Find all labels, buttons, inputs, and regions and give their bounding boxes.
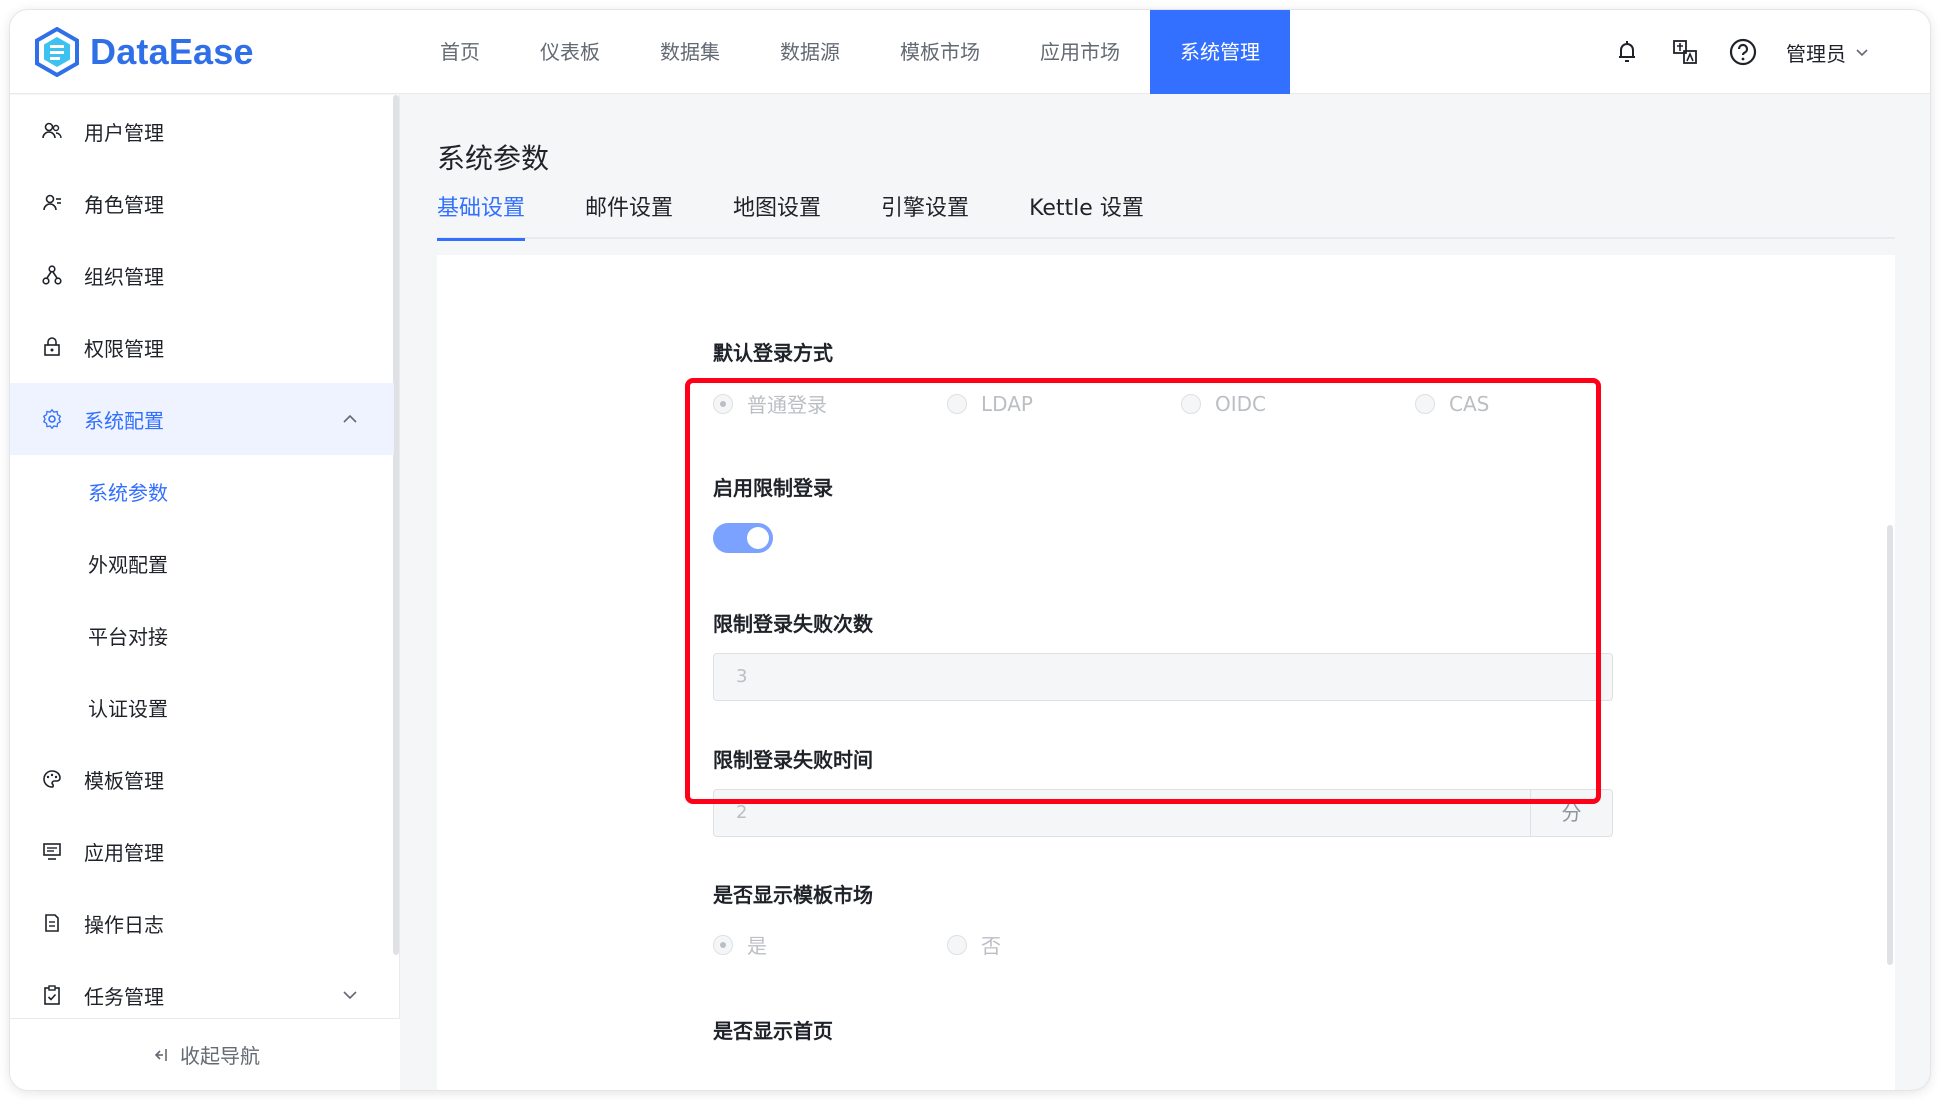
show-template-market-radio-group: 是 否: [713, 930, 1181, 959]
show-template-market-label: 是否显示模板市场: [713, 883, 873, 907]
app-window: DataEase 首页 仪表板 数据集 数据源 模板市场 应用市场 系统管理 管…: [10, 10, 1930, 1090]
palette-icon: [40, 767, 64, 791]
sidebar-subitem-platform[interactable]: 平台对接: [10, 599, 394, 671]
tab-kettle[interactable]: Kettle 设置: [1029, 185, 1144, 239]
user-menu[interactable]: 管理员: [1786, 38, 1870, 67]
login-method-label: 默认登录方式: [713, 341, 833, 365]
brand-name: DataEase: [90, 31, 254, 72]
radio-dot: [947, 934, 967, 955]
settings-tabs: 基础设置 邮件设置 地图设置 引擎设置 Kettle 设置: [437, 185, 1895, 241]
top-nav: 首页 仪表板 数据集 数据源 模板市场 应用市场 系统管理: [410, 10, 1290, 94]
radio-label: CAS: [1449, 391, 1490, 416]
nav-app-market[interactable]: 应用市场: [1010, 10, 1150, 94]
sidebar-item-system-config[interactable]: 系统配置: [10, 383, 394, 455]
fail-time-value: 2: [736, 802, 748, 823]
fail-count-label: 限制登录失败次数: [713, 612, 873, 636]
sidebar-item-label: 用户管理: [84, 120, 164, 145]
nav-dashboard[interactable]: 仪表板: [510, 10, 630, 94]
radio-label: LDAP: [981, 391, 1033, 416]
fail-count-input[interactable]: 3: [713, 653, 1613, 701]
clipboard-icon: [40, 983, 64, 1007]
sidebar-item-label: 模板管理: [84, 768, 164, 793]
document-icon: [40, 911, 64, 935]
limit-login-label: 启用限制登录: [713, 476, 833, 500]
radio-normal-login[interactable]: 普通登录: [713, 389, 947, 418]
chevron-down-icon: [343, 991, 357, 1000]
sidebar-item-label: 角色管理: [84, 192, 164, 217]
top-header: DataEase 首页 仪表板 数据集 数据源 模板市场 应用市场 系统管理 管…: [10, 10, 1930, 94]
role-icon: [40, 191, 64, 215]
tab-map[interactable]: 地图设置: [733, 185, 821, 239]
radio-label: 否: [981, 934, 1001, 958]
logo[interactable]: DataEase: [34, 26, 254, 78]
users-icon: [40, 119, 64, 143]
fail-time-label: 限制登录失败时间: [713, 748, 873, 772]
nav-datasource[interactable]: 数据源: [750, 10, 870, 94]
collapse-nav-label: 收起导航: [180, 1044, 260, 1068]
nav-system-admin[interactable]: 系统管理: [1150, 10, 1290, 94]
sidebar-item-label: 系统配置: [84, 408, 164, 433]
user-name: 管理员: [1786, 41, 1846, 66]
show-home-label: 是否显示首页: [713, 1019, 833, 1043]
radio-dot: [1415, 393, 1435, 414]
sidebar-item-label: 权限管理: [84, 336, 164, 361]
nav-home[interactable]: 首页: [410, 10, 510, 94]
content-scrollbar[interactable]: [1887, 525, 1893, 965]
fail-time-input[interactable]: 2 分: [713, 789, 1613, 837]
lock-icon: [40, 335, 64, 359]
radio-cas[interactable]: CAS: [1415, 389, 1649, 418]
bell-icon[interactable]: [1612, 37, 1642, 67]
sidebar-item-users[interactable]: 用户管理: [10, 95, 394, 167]
monitor-icon: [40, 839, 64, 863]
tab-email[interactable]: 邮件设置: [585, 185, 673, 239]
settings-card: 默认登录方式 普通登录 LDAP OIDC CAS 启用限制登录 限制登录失败次…: [437, 255, 1895, 1090]
nav-dataset[interactable]: 数据集: [630, 10, 750, 94]
org-icon: [40, 263, 64, 287]
main-content: 系统参数 基础设置 邮件设置 地图设置 引擎设置 Kettle 设置 默认登录方…: [401, 95, 1930, 1090]
sidebar-item-roles[interactable]: 角色管理: [10, 167, 394, 239]
sidebar-item-label: 操作日志: [84, 912, 164, 937]
radio-label: 是: [747, 934, 767, 958]
radio-yes[interactable]: 是: [713, 930, 947, 959]
chevron-down-icon: [1856, 49, 1868, 57]
gear-icon: [40, 407, 64, 431]
radio-dot: [947, 393, 967, 414]
radio-dot: [713, 393, 733, 414]
radio-oidc[interactable]: OIDC: [1181, 389, 1415, 418]
sidebar-item-templates[interactable]: 模板管理: [10, 743, 394, 815]
dataease-logo-icon: [35, 27, 79, 77]
header-actions: 管理员: [1612, 10, 1870, 94]
sidebar-item-apps[interactable]: 应用管理: [10, 815, 394, 887]
radio-label: 普通登录: [747, 393, 827, 417]
sidebar-item-label: 组织管理: [84, 264, 164, 289]
radio-label: OIDC: [1215, 391, 1267, 416]
sidebar-item-permissions[interactable]: 权限管理: [10, 311, 394, 383]
tab-basic[interactable]: 基础设置: [437, 185, 526, 241]
limit-login-toggle[interactable]: [713, 523, 773, 553]
sidebar-item-label: 应用管理: [84, 840, 164, 865]
sidebar: 用户管理 角色管理 组织管理 权限管理 系统配置 系统参数 外观配置 平台对接 …: [10, 95, 400, 1090]
radio-dot: [713, 934, 733, 955]
sidebar-item-label: 任务管理: [84, 984, 164, 1009]
sidebar-subitem-appearance[interactable]: 外观配置: [10, 527, 394, 599]
help-icon[interactable]: [1728, 37, 1758, 67]
page-title: 系统参数: [437, 142, 550, 175]
tab-engine[interactable]: 引擎设置: [881, 185, 969, 239]
login-method-radio-group: 普通登录 LDAP OIDC CAS: [713, 389, 1649, 418]
sidebar-item-logs[interactable]: 操作日志: [10, 887, 394, 959]
language-icon[interactable]: [1670, 37, 1700, 67]
radio-ldap[interactable]: LDAP: [947, 389, 1181, 418]
sidebar-subitem-system-params[interactable]: 系统参数: [10, 455, 394, 527]
toggle-knob: [747, 527, 769, 549]
sidebar-item-org[interactable]: 组织管理: [10, 239, 394, 311]
nav-template-market[interactable]: 模板市场: [870, 10, 1010, 94]
sidebar-subitem-auth[interactable]: 认证设置: [10, 671, 394, 743]
collapse-nav-button[interactable]: 收起导航: [10, 1018, 400, 1090]
radio-no[interactable]: 否: [947, 930, 1181, 959]
collapse-left-icon: [154, 1048, 167, 1061]
chevron-up-icon: [343, 414, 357, 423]
fail-time-unit: 分: [1530, 790, 1612, 836]
radio-dot: [1181, 393, 1201, 414]
